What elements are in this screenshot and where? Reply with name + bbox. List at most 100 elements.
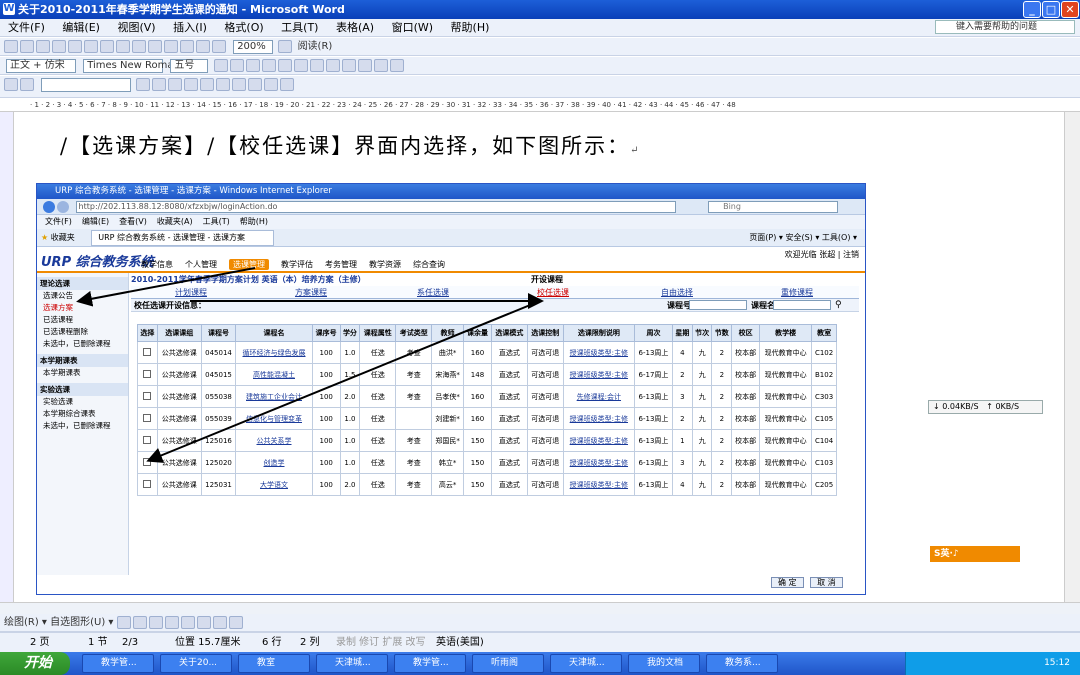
textbox-icon[interactable] <box>180 616 195 629</box>
nav-query[interactable]: 综合查询 <box>413 260 445 269</box>
taskbar-item[interactable]: 关于20... <box>160 654 232 673</box>
ie-menu-view[interactable]: 查看(V) <box>119 217 147 226</box>
side-item-announcement[interactable]: 选课公告 <box>37 290 128 302</box>
split-cells-icon[interactable] <box>232 78 247 91</box>
select-checkbox[interactable] <box>143 413 152 422</box>
nav-evaluation[interactable]: 教学评估 <box>281 260 313 269</box>
star-icon[interactable]: ★ <box>41 233 48 242</box>
draw-table-icon[interactable] <box>4 78 18 91</box>
table-cell[interactable]: 授课班级类型:主修 <box>562 363 635 386</box>
numbering-icon[interactable] <box>325 59 340 72</box>
eraser-icon[interactable] <box>20 78 34 91</box>
user-welcome[interactable]: 欢迎光临 张超 | 注销 <box>785 249 859 260</box>
ie-menu-edit[interactable]: 编辑(E) <box>82 217 109 226</box>
table-cell[interactable]: 授课班级类型:主修 <box>562 473 635 496</box>
taskbar-item[interactable]: 我的文档 <box>628 654 700 673</box>
side-item-schedule[interactable]: 本学期课表 <box>37 367 128 379</box>
align-center-icon[interactable] <box>277 59 292 72</box>
help-search-input[interactable]: 键入需要帮助的问题 <box>935 20 1075 34</box>
columns-icon[interactable] <box>196 40 210 53</box>
copy-icon[interactable] <box>116 40 130 53</box>
select-checkbox[interactable] <box>143 479 152 488</box>
forward-icon[interactable] <box>57 201 69 213</box>
ie-menu-favorites[interactable]: 收藏夹(A) <box>157 217 193 226</box>
ie-menu-tools[interactable]: 工具(T) <box>203 217 230 226</box>
menu-help[interactable]: 帮助(H) <box>451 21 490 34</box>
menu-table[interactable]: 表格(A) <box>336 21 374 34</box>
undo-icon[interactable] <box>148 40 162 53</box>
line-icon[interactable] <box>116 616 131 629</box>
justify-icon[interactable] <box>309 59 324 72</box>
font-color-icon-2[interactable] <box>228 616 243 629</box>
line-style-select[interactable] <box>41 78 132 92</box>
side-item-lab-unselected[interactable]: 未选中，已删除课程 <box>37 420 128 432</box>
select-checkbox[interactable] <box>143 435 152 444</box>
side-heading-lab[interactable]: 实验选课 <box>37 383 128 396</box>
read-button[interactable]: 阅读(R) <box>298 41 333 52</box>
table-cell[interactable]: 授课班级类型:主修 <box>562 407 635 430</box>
search-icon[interactable]: ⚲ <box>835 299 842 312</box>
bullets-icon[interactable] <box>341 59 356 72</box>
borders-icon[interactable] <box>168 78 183 91</box>
taskbar-item[interactable]: 教学管... <box>82 654 154 673</box>
underline-icon[interactable] <box>245 59 260 72</box>
cut-icon[interactable] <box>100 40 114 53</box>
rect-icon[interactable] <box>148 616 163 629</box>
insert-table-icon[interactable] <box>200 78 215 91</box>
taskbar-item[interactable]: 教学管... <box>394 654 466 673</box>
start-button[interactable]: 开始 <box>0 652 70 675</box>
tab-retake[interactable]: 重修课程 <box>781 287 813 298</box>
font-select[interactable]: Times New Roman <box>83 59 180 73</box>
nav-course-selection[interactable]: 选课管理 <box>229 259 269 270</box>
bold-icon[interactable] <box>213 59 228 72</box>
favorites-label[interactable]: 收藏夹 <box>51 233 75 242</box>
side-item-lab[interactable]: 实验选课 <box>37 396 128 408</box>
line-color-icon[interactable] <box>212 616 227 629</box>
horizontal-ruler[interactable]: · 1 · 2 · 3 · 4 · 5 · 6 · 7 · 8 · 9 · 10… <box>0 98 1080 112</box>
maximize-button[interactable]: □ <box>1042 1 1060 18</box>
ie-tab[interactable]: URP 综合教务系统 - 选课管理 - 选课方案 <box>91 230 274 246</box>
side-item-combined-schedule[interactable]: 本学期综合课表 <box>37 408 128 420</box>
vertical-ruler[interactable] <box>0 112 14 602</box>
sogou-ime-bar[interactable]: S英·♪ <box>930 546 1020 562</box>
size-select[interactable]: 五号 <box>170 59 209 73</box>
zoom-select[interactable]: 200% <box>233 40 274 54</box>
italic-icon[interactable] <box>229 59 244 72</box>
tab-school-elective[interactable]: 校任选课 <box>537 287 569 298</box>
drawing-menu[interactable]: 绘图(R) ▾ 自选图形(U) ▾ <box>4 617 113 628</box>
tab-program-courses[interactable]: 方案课程 <box>295 287 327 298</box>
side-heading-schedule[interactable]: 本学期课表 <box>37 354 128 367</box>
menu-insert[interactable]: 插入(I) <box>173 21 207 34</box>
save-icon[interactable] <box>36 40 50 53</box>
select-checkbox[interactable] <box>143 457 152 466</box>
close-button[interactable]: ✕ <box>1061 1 1079 18</box>
menu-window[interactable]: 窗口(W) <box>392 21 433 34</box>
taskbar-item[interactable]: 天津城... <box>550 654 622 673</box>
tab-dept-elective[interactable]: 系任选课 <box>417 287 449 298</box>
merge-cells-icon[interactable] <box>216 78 231 91</box>
preview-icon[interactable] <box>68 40 82 53</box>
table-cell[interactable]: 先修课程:会计 <box>562 385 635 408</box>
menu-tools[interactable]: 工具(T) <box>281 21 318 34</box>
nav-personal[interactable]: 个人管理 <box>185 260 217 269</box>
sort-asc-icon[interactable] <box>248 78 263 91</box>
style-select[interactable]: 正文 + 仿宋 <box>6 59 76 73</box>
tab-plan-courses[interactable]: 计划课程 <box>175 287 207 298</box>
side-item-delete[interactable]: 已选课程删除 <box>37 326 128 338</box>
line-weight-icon[interactable] <box>136 78 151 91</box>
nav-resources[interactable]: 教学资源 <box>369 260 401 269</box>
minimize-button[interactable]: _ <box>1023 1 1041 18</box>
menu-format[interactable]: 格式(O) <box>224 21 263 34</box>
taskbar-item[interactable]: 天津城... <box>316 654 388 673</box>
side-item-selected[interactable]: 已选课程 <box>37 314 128 326</box>
nav-exams[interactable]: 考务管理 <box>325 260 357 269</box>
table-cell[interactable]: 授课班级类型:主修 <box>562 451 635 474</box>
ie-menu-help[interactable]: 帮助(H) <box>240 217 268 226</box>
select-checkbox[interactable] <box>143 347 152 356</box>
border-color-icon[interactable] <box>152 78 167 91</box>
select-checkbox[interactable] <box>143 391 152 400</box>
align-right-icon[interactable] <box>293 59 308 72</box>
drawing-icon[interactable] <box>212 40 226 53</box>
table-cell[interactable]: 授课班级类型:主修 <box>562 429 635 452</box>
menu-view[interactable]: 视图(V) <box>117 21 155 34</box>
